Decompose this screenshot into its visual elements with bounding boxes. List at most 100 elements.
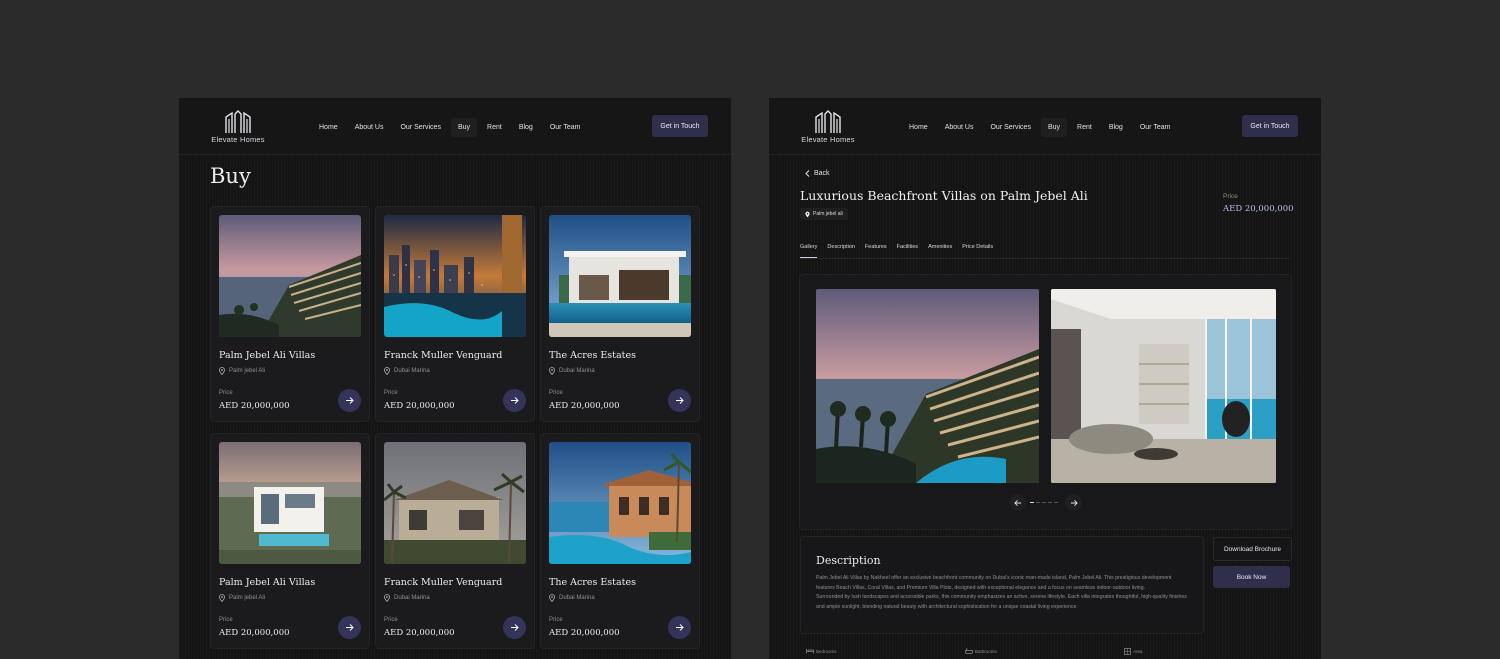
- description-section: Description Palm Jebel Ali Villas by Nak…: [800, 536, 1204, 634]
- nav-rent[interactable]: Rent: [1070, 118, 1099, 137]
- price-label: Price: [219, 617, 233, 623]
- property-card[interactable]: Franck Muller Venguard Dubai Marina Pric…: [375, 433, 535, 649]
- location-text: Palm jebel Ali: [229, 368, 266, 374]
- tab-description[interactable]: Description: [827, 244, 855, 258]
- nav-about-us[interactable]: About Us: [348, 118, 391, 137]
- nav-buy[interactable]: Buy: [1040, 117, 1068, 137]
- back-link[interactable]: Back: [805, 170, 830, 177]
- gallery-next-button[interactable]: [1065, 494, 1082, 511]
- property-title[interactable]: Palm Jebel Ali Villas: [219, 350, 315, 361]
- gallery-dot[interactable]: [1036, 502, 1040, 503]
- property-image: [549, 215, 691, 337]
- property-title[interactable]: The Acres Estates: [549, 577, 636, 588]
- property-title[interactable]: The Acres Estates: [549, 350, 636, 361]
- gallery-prev-button[interactable]: [1009, 494, 1026, 511]
- property-price: AED 20,000,000: [384, 401, 455, 411]
- property-price: AED 20,000,000: [384, 628, 455, 638]
- description-paragraph: Palm Jebel Ali Villas by Nakheel offer a…: [816, 575, 1172, 591]
- top-nav: Elevate Homes Home About Us Our Services…: [179, 98, 731, 155]
- view-property-button[interactable]: [503, 616, 526, 639]
- arrow-right-icon: [511, 624, 519, 631]
- nav-blog[interactable]: Blog: [512, 118, 540, 137]
- brand-name: Elevate Homes: [801, 135, 855, 144]
- nav-links: Home About Us Our Services Buy Rent Blog…: [312, 116, 590, 138]
- property-price: AED 20,000,000: [549, 628, 620, 638]
- arrow-right-icon: [511, 397, 519, 404]
- chevron-left-icon: [805, 170, 810, 177]
- view-property-button[interactable]: [338, 389, 361, 412]
- get-in-touch-button[interactable]: Get in Touch: [1242, 115, 1298, 137]
- tab-amenities[interactable]: Amenities: [928, 244, 952, 258]
- nav-rent[interactable]: Rent: [480, 118, 509, 137]
- property-location: Dubai Marina: [549, 594, 595, 602]
- property-card[interactable]: Franck Muller Venguard Dubai Marina Pric…: [375, 206, 535, 422]
- property-card[interactable]: Palm Jebel Ali Villas Palm jebel Ali Pri…: [210, 433, 370, 649]
- location-pin-icon: [384, 594, 390, 602]
- property-card[interactable]: The Acres Estates Dubai Marina Price AED…: [540, 206, 700, 422]
- property-title[interactable]: Franck Muller Venguard: [384, 350, 502, 361]
- arrow-right-icon: [1070, 499, 1078, 506]
- location-text: Dubai Marina: [559, 368, 595, 374]
- gallery-image-interior[interactable]: [1051, 289, 1276, 483]
- location-text: Dubai Marina: [394, 368, 430, 374]
- price-label: Price: [219, 390, 233, 396]
- download-brochure-button[interactable]: Download Brochure: [1213, 537, 1292, 561]
- property-location: Palm jebel Ali: [219, 367, 265, 375]
- gallery-dot[interactable]: [1048, 502, 1052, 503]
- nav-about-us[interactable]: About Us: [938, 118, 981, 137]
- property-title[interactable]: Palm Jebel Ali Villas: [219, 577, 315, 588]
- brand-logo[interactable]: Elevate Homes: [203, 108, 273, 146]
- price-label: Price: [1223, 193, 1238, 200]
- view-property-button[interactable]: [668, 616, 691, 639]
- tab-price-details[interactable]: Price Details: [962, 244, 993, 258]
- property-card[interactable]: The Acres Estates Dubai Marina Price AED…: [540, 433, 700, 649]
- gallery-pagination: [1030, 502, 1060, 503]
- location-pin-icon: [805, 211, 810, 217]
- tab-gallery[interactable]: Gallery: [800, 244, 818, 258]
- nav-blog[interactable]: Blog: [1102, 118, 1130, 137]
- nav-links: Home About Us Our Services Buy Rent Blog…: [902, 116, 1180, 138]
- arrow-left-icon: [1013, 499, 1021, 506]
- view-property-button[interactable]: [503, 389, 526, 412]
- bathtub-icon: [965, 648, 973, 654]
- nav-buy[interactable]: Buy: [450, 117, 478, 137]
- arrow-right-icon: [346, 397, 354, 404]
- gallery-dot[interactable]: [1054, 502, 1058, 503]
- property-price: AED 20,000,000: [549, 401, 620, 411]
- property-title[interactable]: Franck Muller Venguard: [384, 577, 502, 588]
- property-card[interactable]: Palm Jebel Ali Villas Palm jebel Ali Pri…: [210, 206, 370, 422]
- listing-page: Elevate Homes Home About Us Our Services…: [179, 98, 731, 659]
- property-specs: Bedrooms Bathrooms Area: [806, 648, 1286, 659]
- detail-tabs: Gallery Description Features Facilities …: [800, 244, 1290, 259]
- price-label: Price: [384, 617, 398, 623]
- nav-our-team[interactable]: Our Team: [543, 118, 588, 137]
- gallery-carousel: [799, 274, 1292, 530]
- spec-label: Bedrooms: [816, 648, 837, 654]
- nav-home[interactable]: Home: [902, 118, 935, 137]
- property-image: [384, 442, 526, 564]
- nav-home[interactable]: Home: [312, 118, 345, 137]
- brand-logo[interactable]: Elevate Homes: [793, 108, 863, 146]
- price-label: Price: [549, 617, 563, 623]
- property-image: [549, 442, 691, 564]
- tab-facilities[interactable]: Facilities: [897, 244, 918, 258]
- book-now-button[interactable]: Book Now: [1213, 566, 1290, 588]
- tab-features[interactable]: Features: [865, 244, 887, 258]
- gallery-dot[interactable]: [1042, 502, 1046, 503]
- brand-name: Elevate Homes: [211, 135, 265, 144]
- view-property-button[interactable]: [668, 389, 691, 412]
- gallery-dot[interactable]: [1030, 502, 1034, 503]
- building-logo-icon: [815, 110, 841, 133]
- description-heading: Description: [816, 554, 881, 567]
- property-title: Luxurious Beachfront Villas on Palm Jebe…: [800, 188, 1088, 203]
- nav-our-services[interactable]: Our Services: [393, 118, 447, 137]
- get-in-touch-button[interactable]: Get in Touch: [652, 115, 708, 137]
- top-nav: Elevate Homes Home About Us Our Services…: [769, 98, 1321, 155]
- gallery-image-exterior[interactable]: [816, 289, 1039, 483]
- property-price: AED 20,000,000: [1223, 204, 1294, 214]
- nav-our-services[interactable]: Our Services: [983, 118, 1037, 137]
- nav-our-team[interactable]: Our Team: [1133, 118, 1178, 137]
- view-property-button[interactable]: [338, 616, 361, 639]
- spec-area: Area: [1124, 648, 1143, 655]
- property-detail-page: Elevate Homes Home About Us Our Services…: [769, 98, 1321, 659]
